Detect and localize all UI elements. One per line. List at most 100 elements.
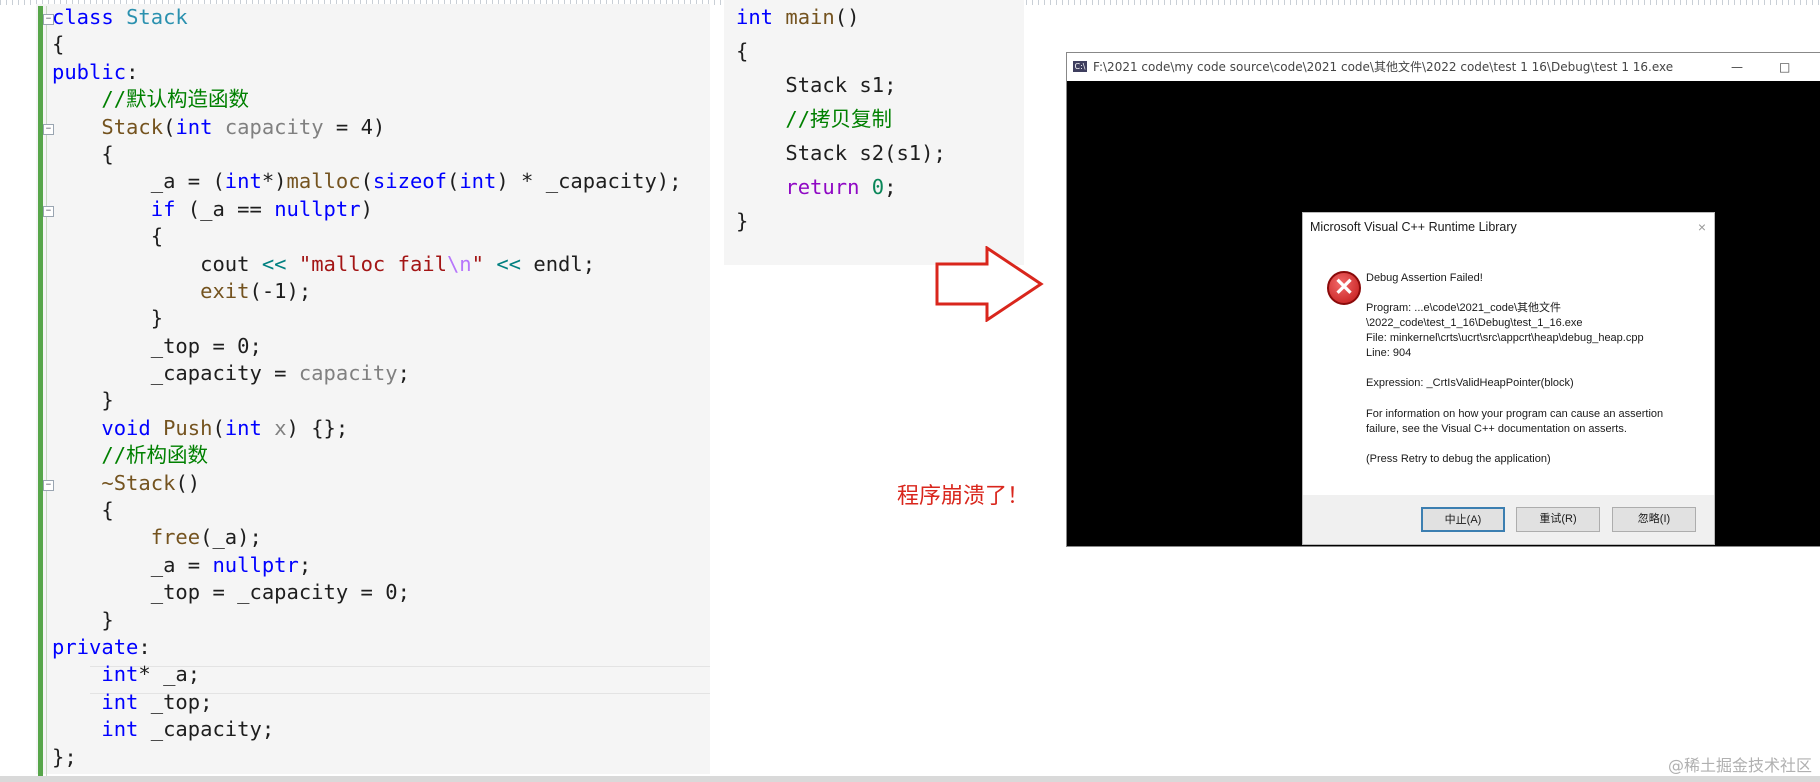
code-token: Stack s1;	[736, 73, 897, 97]
code-line[interactable]: }	[52, 607, 682, 634]
code-token: capacity	[224, 114, 324, 139]
code-text-class-stack[interactable]: class Stack{public: //默认构造函数 Stack(int c…	[52, 4, 682, 771]
code-token: }	[736, 209, 749, 233]
code-token: _capacity;	[138, 717, 275, 742]
code-token: <<	[496, 251, 522, 276]
code-token: {	[52, 32, 65, 57]
code-line[interactable]: public:	[52, 59, 682, 86]
code-token: (	[446, 169, 460, 194]
red-arrow-icon	[935, 246, 1044, 322]
code-token: "malloc fail	[298, 251, 447, 276]
dialog-button-bar: 中止(A) 重试(R) 忽略(I)	[1303, 495, 1714, 544]
code-token: return	[785, 175, 872, 199]
code-token: ()	[834, 5, 860, 29]
code-text-main[interactable]: int main() { Stack s1; //拷贝复制 Stack s2(s1…	[736, 0, 946, 238]
code-line[interactable]: _a = nullptr;	[52, 552, 682, 579]
code-line[interactable]: _top = 0;	[52, 333, 682, 360]
code-token: capacity	[298, 361, 398, 386]
abort-button[interactable]: 中止(A)	[1421, 507, 1505, 532]
code-line[interactable]: Stack(int capacity = 4)	[52, 114, 682, 141]
code-line[interactable]: Stack s2(s1);	[736, 136, 946, 170]
code-line[interactable]: {	[52, 497, 682, 524]
maximize-icon[interactable]: □	[1779, 53, 1790, 81]
dialog-file: File: minkernel\crts\ucrt\src\appcrt\hea…	[1366, 332, 1644, 344]
assertion-dialog[interactable]: Microsoft Visual C++ Runtime Library × ✕…	[1302, 212, 1715, 545]
code-line[interactable]: int* _a;	[52, 661, 682, 688]
code-token: {	[52, 498, 114, 523]
bottom-scrollbar[interactable]	[0, 776, 1820, 782]
code-line[interactable]: _top = _capacity = 0;	[52, 579, 682, 606]
code-token: ~Stack	[101, 470, 176, 495]
retry-button[interactable]: 重试(R)	[1516, 507, 1600, 532]
code-token: if	[150, 196, 176, 221]
code-line[interactable]: free(_a);	[52, 524, 682, 551]
code-line[interactable]: //默认构造函数	[52, 86, 682, 113]
code-token: :	[138, 634, 151, 659]
code-token: int	[736, 5, 786, 29]
code-token: (	[360, 169, 373, 194]
code-line[interactable]: void Push(int x) {};	[52, 415, 682, 442]
code-token: )	[360, 196, 373, 221]
code-token: Stack s2(s1);	[736, 141, 946, 165]
code-token: x	[274, 415, 287, 440]
dialog-heading: Debug Assertion Failed!	[1366, 272, 1483, 284]
console-titlebar[interactable]: C:\ F:\2021 code\my code source\code\202…	[1067, 53, 1820, 81]
close-icon[interactable]: ×	[1698, 219, 1706, 235]
code-line[interactable]: int _top;	[52, 689, 682, 716]
minimize-icon[interactable]: —	[1731, 53, 1743, 81]
code-line[interactable]: int main()	[736, 0, 946, 34]
code-token: _a = (	[52, 169, 225, 194]
code-token: class	[52, 5, 127, 29]
code-token: _top;	[138, 689, 213, 714]
code-token: (-1);	[249, 278, 312, 303]
code-line[interactable]: cout << "malloc fail\n" << endl;	[52, 251, 682, 278]
code-token: ) * _capacity);	[496, 169, 682, 194]
code-line[interactable]: if (_a == nullptr)	[52, 196, 682, 223]
code-line[interactable]: _a = (int*)malloc(sizeof(int) * _capacit…	[52, 168, 682, 195]
code-line[interactable]: {	[52, 31, 682, 58]
code-token: }	[52, 607, 114, 632]
ignore-button[interactable]: 忽略(I)	[1612, 507, 1696, 532]
code-line[interactable]: _capacity = capacity;	[52, 360, 682, 387]
code-token: *)	[261, 169, 287, 194]
code-token: cout	[52, 251, 262, 276]
code-line[interactable]: {	[52, 223, 682, 250]
gutter-guide-line	[46, 6, 47, 776]
code-line[interactable]: int _capacity;	[52, 716, 682, 743]
code-token: {	[52, 141, 114, 166]
code-token: int	[101, 689, 139, 714]
code-line[interactable]: ~Stack()	[52, 470, 682, 497]
code-line[interactable]: {	[736, 34, 946, 68]
code-line[interactable]: private:	[52, 634, 682, 661]
code-line[interactable]: }	[52, 387, 682, 414]
code-token: int	[101, 717, 139, 742]
code-token: int	[175, 114, 225, 139]
code-line[interactable]: exit(-1);	[52, 278, 682, 305]
code-token: :	[126, 59, 139, 84]
code-token: (	[163, 114, 176, 139]
code-token: endl;	[521, 251, 596, 276]
code-line[interactable]: };	[52, 744, 682, 771]
code-line[interactable]: class Stack	[52, 4, 682, 31]
watermark: @稀土掘金技术社区	[1667, 756, 1812, 775]
code-token: sizeof	[372, 169, 447, 194]
crash-annotation: 程序崩溃了！	[897, 484, 1030, 509]
code-line[interactable]: }	[736, 204, 946, 238]
console-app-icon: C:\	[1073, 61, 1087, 72]
code-line[interactable]: return 0;	[736, 170, 946, 204]
code-line[interactable]: {	[52, 141, 682, 168]
code-token: = 4)	[323, 114, 386, 139]
code-line[interactable]: Stack s1;	[736, 68, 946, 102]
code-line[interactable]: }	[52, 305, 682, 332]
code-token: int	[224, 415, 275, 440]
code-token: free	[150, 525, 201, 550]
code-line[interactable]: //拷贝复制	[736, 102, 946, 136]
code-line[interactable]: //析构函数	[52, 442, 682, 469]
